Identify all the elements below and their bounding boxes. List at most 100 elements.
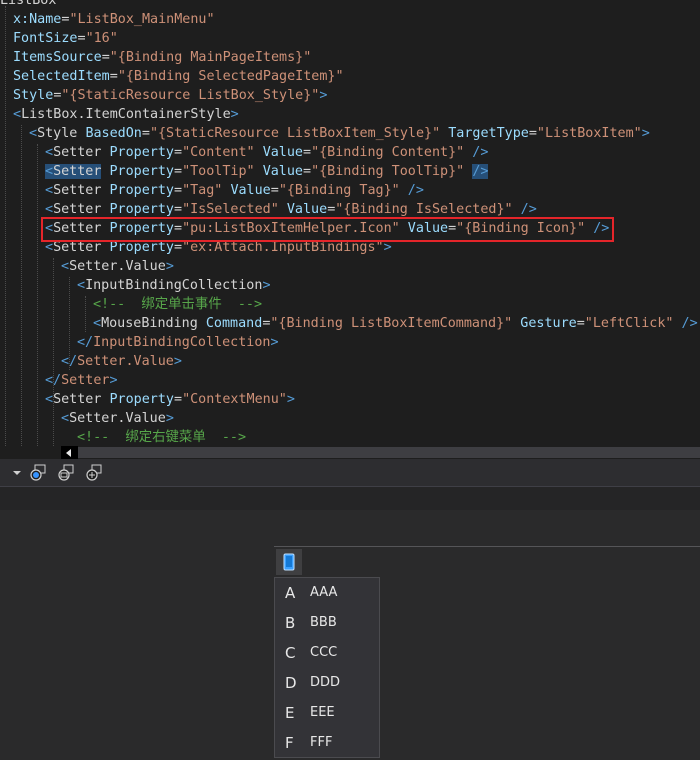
code-token: > [173, 354, 182, 369]
code-line: </InputBindingCollection> [77, 333, 279, 352]
code-token: = [101, 50, 110, 65]
dropdown-arrow-icon[interactable] [10, 464, 24, 481]
code-token: = [174, 183, 183, 198]
menu-toggle-button[interactable] [276, 549, 302, 575]
code-token: < [45, 145, 54, 160]
xaml-code-editor[interactable]: ListBox x:Name="ListBox_MainMenu" FontSize… [0, 0, 700, 446]
code-token: Property [109, 164, 175, 179]
code-token: = [174, 202, 183, 217]
code-token: Setter.Value [77, 354, 174, 369]
code-token: </ [77, 335, 94, 350]
code-token: Setter [53, 202, 110, 217]
menu-item-icon: B [285, 614, 296, 632]
code-token: <!-- 绑定单击事件 --> [93, 297, 263, 312]
code-token: "{Binding Content}" [311, 145, 465, 160]
zoom-fit-icon[interactable] [29, 464, 47, 481]
indent-guide [85, 296, 86, 332]
menu-item-eee[interactable]: E EEE [275, 698, 379, 728]
code-token: InputBindingCollection [93, 335, 271, 350]
code-line: <Style BasedOn="{StaticResource ListBoxI… [29, 124, 650, 143]
indent-guide [37, 144, 38, 446]
code-token: > [230, 107, 239, 122]
code-line: <Setter.Value> [61, 257, 174, 276]
code-token: Property [109, 392, 175, 407]
code-token: /> [512, 202, 537, 217]
menu-item-label: EEE [310, 705, 335, 720]
designer-toolbar [0, 459, 700, 486]
code-token: = [174, 145, 183, 160]
menu-item-label: CCC [310, 645, 338, 660]
code-token: ListBox.ItemContainerStyle [21, 107, 231, 122]
code-line: <Setter Property="Content" Value="{Bindi… [45, 143, 488, 162]
code-token: InputBindingCollection [85, 278, 263, 293]
scrollbar-track[interactable] [78, 447, 700, 458]
code-token: Setter.Value [69, 411, 166, 426]
menu-item-label: AAA [310, 585, 338, 600]
code-token: "{StaticResource ListBoxItem_Style}" [149, 126, 441, 141]
code-line: <!-- 绑定单击事件 --> [93, 295, 262, 314]
code-token: = [174, 240, 183, 255]
code-token: > [262, 278, 271, 293]
code-token: Command [205, 316, 263, 331]
code-line: SelectedItem="{Binding SelectedPageItem}… [13, 67, 344, 86]
code-token: Value [230, 183, 271, 198]
code-token: "{Binding ListBoxItemCommand}" [270, 316, 513, 331]
code-token: = [174, 392, 183, 407]
menu-item-fff[interactable]: F FFF [275, 728, 379, 758]
code-token: "16" [85, 31, 118, 46]
code-token: Value [286, 202, 328, 217]
code-token: "{StaticResource ListBox_Style}" [61, 88, 320, 103]
toggle-artboard-icon[interactable] [57, 464, 75, 481]
code-token: < [77, 278, 86, 293]
code-line: <Setter Property="ContextMenu"> [45, 390, 295, 409]
code-token: Property [109, 240, 175, 255]
code-token: = [77, 31, 86, 46]
code-token: "{Binding Tag}" [278, 183, 400, 198]
code-line: <MouseBinding Command = "{Binding ListBoxI… [93, 314, 698, 333]
highlight-annotation-box [41, 217, 614, 242]
code-token: "LeftClick" [584, 316, 674, 331]
code-token: x:Name [13, 12, 62, 27]
code-token: Property [109, 202, 175, 217]
indent-guide [53, 258, 54, 446]
code-token: MouseBinding [101, 316, 206, 331]
code-token: > [286, 392, 295, 407]
code-token: Setter [53, 164, 102, 179]
code-line: <Setter Property="Tag" Value="{Binding T… [45, 181, 424, 200]
indent-guide [21, 125, 22, 446]
menu-item-aaa[interactable]: A AAA [275, 578, 379, 608]
scroll-left-arrow-icon[interactable] [61, 446, 78, 459]
horizontal-scrollbar[interactable] [0, 446, 700, 459]
code-token: > [270, 335, 279, 350]
snap-grid-icon[interactable] [85, 464, 103, 481]
menu-item-icon: C [285, 644, 296, 662]
menu-item-label: FFF [310, 735, 333, 750]
code-token: "{Binding SelectedPageItem}" [117, 69, 344, 84]
code-token: /> [472, 164, 489, 179]
code-line: </Setter> [45, 371, 118, 390]
code-token: "ToolTip" [182, 164, 255, 179]
code-line: ItemsSource="{Binding MainPageItems}" [13, 48, 311, 67]
code-line: <!-- 绑定右键菜单 --> [77, 428, 246, 446]
menu-item-ddd[interactable]: D DDD [275, 668, 379, 698]
code-token: < [61, 259, 70, 274]
code-token: /> [464, 145, 489, 160]
code-token: < [29, 126, 38, 141]
code-token: Setter.Value [69, 259, 166, 274]
code-token: Property [109, 145, 175, 160]
code-token: Style [13, 88, 54, 103]
code-line: <InputBindingCollection> [77, 276, 271, 295]
code-token: /> [673, 316, 698, 331]
menu-item-ccc[interactable]: C CCC [275, 638, 379, 668]
code-token: < [45, 183, 54, 198]
code-token: = [270, 183, 279, 198]
code-token: TargetType [448, 126, 529, 141]
code-token: Value [262, 164, 303, 179]
designer-header-bar [0, 486, 700, 510]
menu-item-bbb[interactable]: B BBB [275, 608, 379, 638]
menu-item-icon: F [285, 734, 294, 752]
code-token: "{Binding IsSelected}" [335, 202, 513, 217]
code-token: = [303, 164, 312, 179]
